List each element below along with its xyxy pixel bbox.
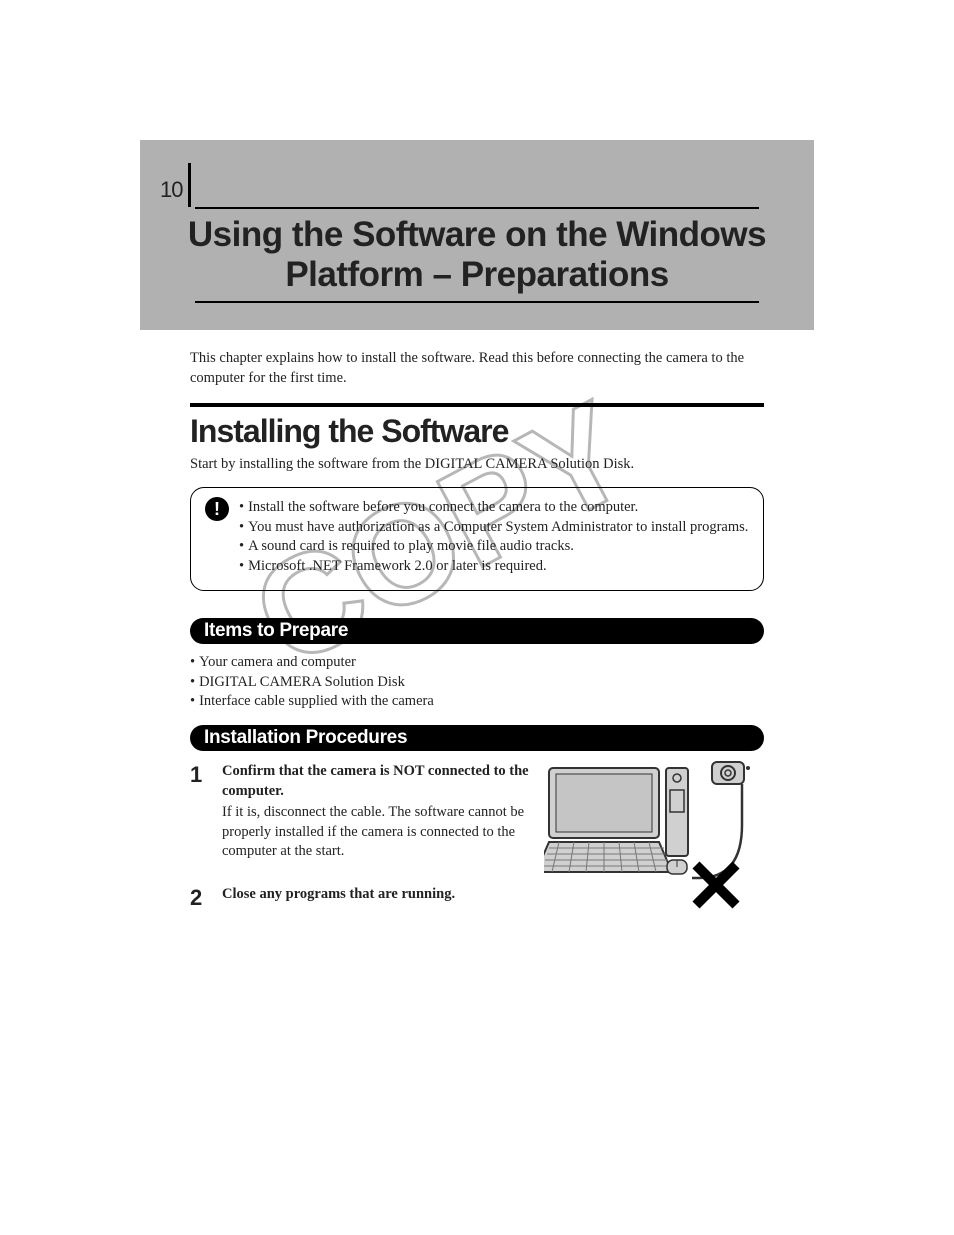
step-number: 1 — [190, 762, 222, 862]
important-note-box: ! Install the software before you connec… — [190, 487, 764, 591]
chapter-title: Using the Software on the Windows Platfo… — [140, 215, 814, 296]
list-item: Your camera and computer — [190, 653, 764, 673]
step-strong: Confirm that the camera is NOT connected… — [222, 762, 532, 801]
computer-camera-diagram — [544, 760, 754, 910]
bar-heading-procedures: Installation Procedures — [190, 725, 764, 751]
page-number: 10 — [160, 177, 182, 203]
bar-heading-items: Items to Prepare — [190, 618, 764, 644]
list-item: Interface cable supplied with the camera — [190, 692, 764, 712]
note-item: A sound card is required to play movie f… — [239, 537, 749, 557]
step-body: Confirm that the camera is NOT connected… — [222, 762, 532, 862]
exclamation-icon: ! — [205, 497, 229, 521]
note-item: You must have authorization as a Compute… — [239, 518, 749, 538]
document-page: COPY 10 Using the Software on the Window… — [0, 0, 954, 1235]
chapter-title-line1: Using the Software on the Windows — [188, 215, 766, 254]
chapter-title-rule-bottom — [195, 301, 759, 303]
list-item: DIGITAL CAMERA Solution Disk — [190, 673, 764, 693]
chapter-title-rule-top — [195, 207, 759, 209]
chapter-title-line2: Platform – Preparations — [285, 255, 668, 294]
section-subtext: Start by installing the software from th… — [190, 456, 764, 473]
step-number: 2 — [190, 885, 222, 909]
page-number-block: 10 — [160, 163, 191, 203]
note-item: Microsoft .NET Framework 2.0 or later is… — [239, 557, 749, 577]
intro-paragraph: This chapter explains how to install the… — [190, 349, 764, 388]
step-body: Close any programs that are running. — [222, 885, 532, 909]
note-list: Install the software before you connect … — [239, 498, 749, 576]
step-strong: Close any programs that are running. — [222, 885, 532, 905]
step-detail: If it is, disconnect the cable. The soft… — [222, 803, 532, 862]
prepare-items-list: Your camera and computer DIGITAL CAMERA … — [190, 653, 764, 712]
section-rule — [190, 403, 764, 407]
section-heading: Installing the Software — [190, 413, 508, 450]
note-item: Install the software before you connect … — [239, 498, 749, 518]
page-number-divider — [188, 163, 191, 207]
